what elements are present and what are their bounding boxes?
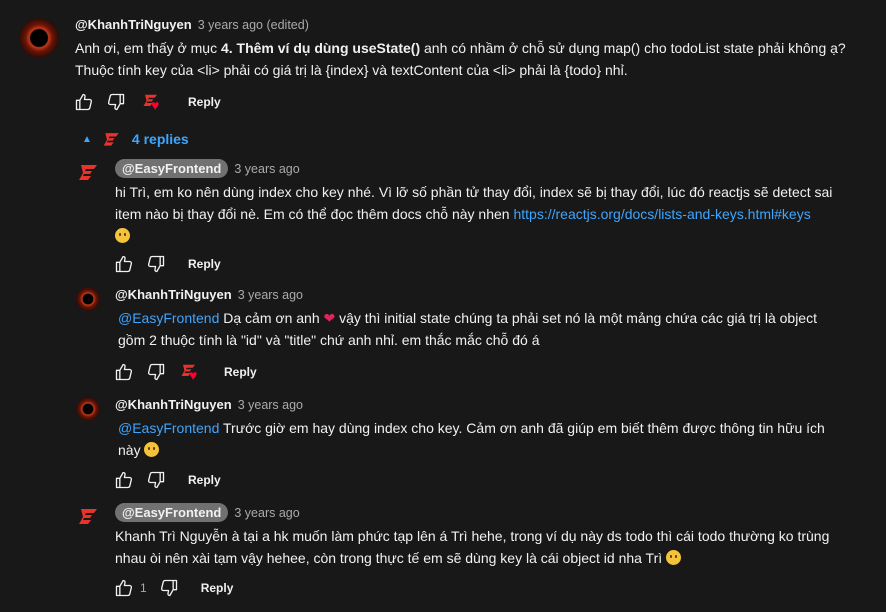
reply-line: item nào bị thay đổi nè. Em có thể đọc t…: [115, 203, 875, 225]
avatar[interactable]: [77, 160, 101, 184]
author-name[interactable]: @EasyFrontend: [115, 159, 229, 178]
like-button[interactable]: [112, 468, 136, 492]
reply-text: hi Trì, em ko nên dùng index cho key nhé…: [115, 181, 875, 247]
heart-icon: ♥: [151, 97, 160, 113]
avatar[interactable]: [19, 18, 59, 58]
docs-link[interactable]: https://reactjs.org/docs/lists-and-keys.…: [513, 206, 810, 222]
reply-line: nhau òi nên xài tạm vậy hehee, còn trong…: [115, 547, 875, 569]
bold-text: 4. Thêm ví dụ dùng useState(): [220, 40, 421, 56]
thumb-up-icon: [114, 578, 134, 598]
reply-button[interactable]: Reply: [188, 257, 221, 271]
dislike-button[interactable]: [144, 468, 168, 492]
reply-actions: 1 Reply: [112, 576, 233, 600]
comment-thread: @KhanhTriNguyen 3 years ago (edited) Anh…: [0, 0, 886, 612]
heart-icon: ♥: [189, 367, 198, 383]
creator-heart-badge: ♥: [142, 91, 166, 113]
text-span: này: [118, 442, 145, 458]
comment-actions: ♥ Reply: [72, 90, 221, 114]
thumb-down-icon: [159, 578, 179, 598]
thumb-down-icon: [146, 254, 166, 274]
reply-actions: Reply: [112, 468, 221, 492]
thumb-down-icon: [146, 470, 166, 490]
reply-actions: ♥ Reply: [112, 360, 257, 384]
reply-line: này: [118, 439, 878, 461]
like-count: 1: [140, 581, 147, 595]
reply-button[interactable]: Reply: [188, 95, 221, 109]
comment-line: Thuộc tính key của <li> phải có giá trị …: [75, 62, 628, 78]
reply-button[interactable]: Reply: [224, 365, 257, 379]
comment-header: @KhanhTriNguyen 3 years ago (edited): [75, 17, 309, 32]
author-name[interactable]: @EasyFrontend: [115, 503, 229, 522]
reply-line: gồm 2 thuộc tính là "id" và "title" chứ …: [118, 332, 540, 348]
thumb-up-icon: [114, 254, 134, 274]
text-span: Trước giờ em hay dùng index cho key. Cảm…: [219, 420, 825, 436]
reply-line: [115, 225, 875, 247]
avatar[interactable]: [76, 397, 100, 421]
reply-text: @EasyFrontend Dạ cảm ơn anh ❤ vậy thì in…: [118, 307, 878, 351]
reply-button[interactable]: Reply: [201, 581, 234, 595]
reply-line: hi Trì, em ko nên dùng index cho key nhé…: [115, 184, 833, 200]
replies-toggle[interactable]: ▲ 4 replies: [82, 129, 189, 149]
reply-header: @EasyFrontend 3 years ago: [115, 159, 300, 178]
comment-text: Anh ơi, em thấy ở mục 4. Thêm ví dụ dùng…: [75, 37, 865, 81]
thumb-up-icon: [114, 362, 134, 382]
replies-count: 4 replies: [131, 131, 189, 147]
timestamp[interactable]: 3 years ago: [234, 506, 299, 520]
thumb-up-icon: [74, 92, 94, 112]
timestamp[interactable]: 3 years ago: [238, 288, 303, 302]
reply-line: Khanh Trì Nguyễn à tại a hk muốn làm phứ…: [115, 528, 830, 544]
comment-line: Anh ơi, em thấy ở mục 4. Thêm ví dụ dùng…: [75, 37, 865, 59]
avatar[interactable]: [76, 287, 100, 311]
text-span: anh có nhầm ở chỗ sử dụng map() cho todo…: [420, 40, 846, 56]
mention-link[interactable]: @EasyFrontend: [118, 310, 219, 326]
author-name[interactable]: @KhanhTriNguyen: [115, 397, 232, 412]
dislike-button[interactable]: [104, 90, 128, 114]
reply-line: @EasyFrontend Trước giờ em hay dùng inde…: [118, 417, 878, 439]
reply-line: @EasyFrontend Dạ cảm ơn anh ❤ vậy thì in…: [118, 307, 878, 329]
reply-header: @KhanhTriNguyen 3 years ago: [115, 397, 303, 412]
like-button[interactable]: [112, 576, 136, 600]
wink-emoji-icon: [666, 550, 682, 565]
smile-emoji-icon: [144, 442, 160, 457]
timestamp[interactable]: 3 years ago: [234, 162, 299, 176]
reply-actions: Reply: [112, 252, 221, 276]
reply-header: @EasyFrontend 3 years ago: [115, 503, 300, 522]
thumb-up-icon: [114, 470, 134, 490]
reply-header: @KhanhTriNguyen 3 years ago: [115, 287, 303, 302]
like-button[interactable]: [112, 360, 136, 384]
caret-up-icon: ▲: [82, 133, 92, 145]
creator-heart-badge: ♥: [180, 361, 204, 383]
heart-emoji-icon: ❤: [323, 310, 336, 326]
author-name[interactable]: @KhanhTriNguyen: [115, 287, 232, 302]
mention-link[interactable]: @EasyFrontend: [118, 420, 219, 436]
thumb-down-icon: [106, 92, 126, 112]
dislike-button[interactable]: [144, 252, 168, 276]
text-span: Anh ơi, em thấy ở mục: [75, 40, 221, 56]
ef-logo-icon: [102, 129, 122, 149]
smile-emoji-icon: [115, 228, 130, 243]
text-span: nhau òi nên xài tạm vậy hehee, còn trong…: [115, 550, 667, 566]
text-span: item nào bị thay đổi nè. Em có thể đọc t…: [115, 206, 514, 222]
thumb-down-icon: [146, 362, 166, 382]
timestamp[interactable]: 3 years ago: [238, 398, 303, 412]
reply-button[interactable]: Reply: [188, 473, 221, 487]
author-name[interactable]: @KhanhTriNguyen: [75, 17, 192, 32]
timestamp[interactable]: 3 years ago (edited): [198, 18, 309, 32]
dislike-button[interactable]: [144, 360, 168, 384]
text-span: vậy thì initial state chúng ta phải set …: [335, 310, 817, 326]
dislike-button[interactable]: [157, 576, 181, 600]
like-button[interactable]: [112, 252, 136, 276]
avatar[interactable]: [77, 504, 101, 528]
reply-text: @EasyFrontend Trước giờ em hay dùng inde…: [118, 417, 878, 461]
text-span: Dạ cảm ơn anh: [219, 310, 324, 326]
reply-text: Khanh Trì Nguyễn à tại a hk muốn làm phứ…: [115, 525, 875, 569]
like-button[interactable]: [72, 90, 96, 114]
